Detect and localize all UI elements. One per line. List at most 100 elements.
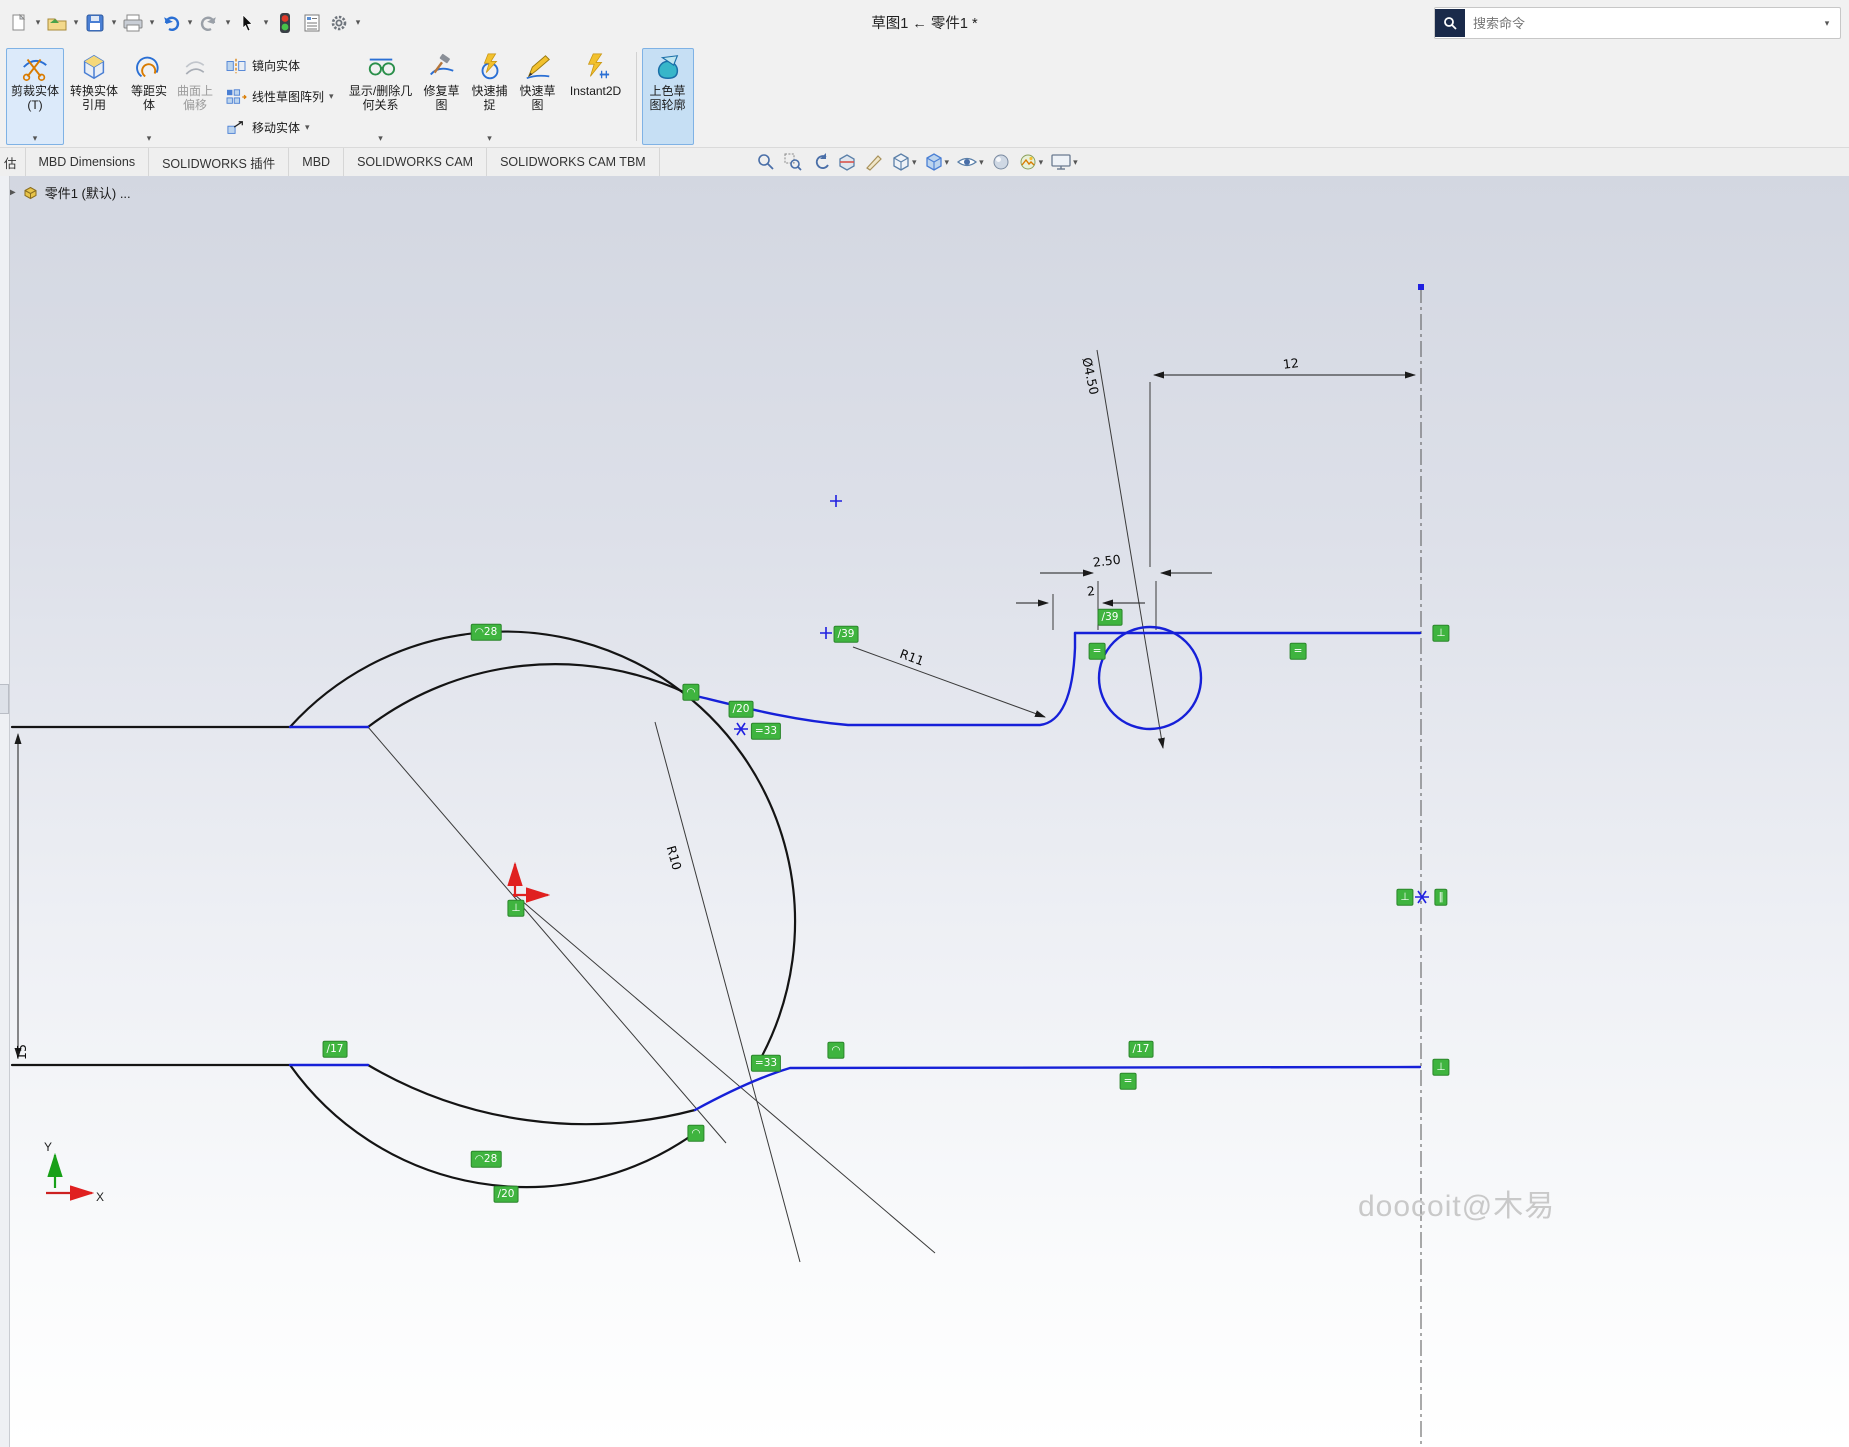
previous-view-button[interactable] (810, 152, 830, 172)
chevron-down-icon[interactable]: ▾ (71, 18, 81, 27)
tab-mbd-dimensions[interactable]: MBD Dimensions (26, 148, 150, 176)
dimension-2[interactable]: 2 (1086, 583, 1096, 599)
relation-badge[interactable]: ⊥ (1396, 889, 1413, 906)
equal-relation-badge[interactable]: = (1120, 1073, 1137, 1090)
panel-splitter-handle[interactable] (0, 684, 9, 714)
annotation-view-button[interactable] (864, 152, 884, 172)
relation-badge[interactable]: ⊥ (1432, 625, 1449, 642)
dimension-12[interactable]: 12 (1282, 355, 1300, 372)
tab-solidworks-addins[interactable]: SOLIDWORKS 插件 (149, 148, 289, 176)
chevron-down-icon[interactable]: ▾ (329, 92, 334, 101)
surface-offset-button[interactable]: 曲面上偏移 (174, 48, 216, 145)
feature-tree-root[interactable]: ▶ 零件1 (默认) ... (8, 183, 131, 202)
relation-badge[interactable]: ◠28 (471, 624, 502, 641)
rebuild-button[interactable] (272, 8, 298, 38)
sketch-point-marks[interactable] (734, 495, 1429, 903)
chevron-down-icon[interactable]: ▾ (487, 133, 492, 143)
linear-sketch-pattern-button[interactable]: 线性草图阵列 ▾ (222, 87, 337, 107)
chevron-down-icon[interactable]: ▾ (1822, 19, 1832, 28)
diameter-leader-line[interactable] (1097, 350, 1163, 748)
inner-top-arc[interactable] (368, 664, 688, 727)
apply-scene-button[interactable]: ▾ (1018, 152, 1044, 172)
chevron-down-icon[interactable]: ▾ (979, 158, 984, 167)
search-box[interactable]: ▾ (1434, 7, 1841, 39)
chevron-down-icon[interactable]: ▾ (378, 133, 383, 143)
edit-appearance-button[interactable] (991, 152, 1011, 172)
relation-badge[interactable]: ◠28 (471, 1151, 502, 1168)
view-orientation-button[interactable]: ▾ (891, 152, 917, 172)
task-pane-button[interactable] (299, 8, 325, 38)
inner-bottom-arc[interactable] (368, 1065, 695, 1124)
chevron-down-icon[interactable]: ▾ (912, 158, 917, 167)
profile-blue-geometry[interactable] (290, 627, 1420, 1110)
relation-badge[interactable]: =33 (751, 723, 781, 740)
display-delete-relations-button[interactable]: 显示/删除几何关系 ▾ (343, 48, 419, 145)
chevron-down-icon[interactable]: ▾ (33, 133, 38, 143)
view-settings-button[interactable]: ▾ (1050, 152, 1078, 172)
repair-sketch-button[interactable]: 修复草图 (419, 48, 465, 145)
chevron-down-icon[interactable]: ▾ (1073, 158, 1078, 167)
tab-mbd[interactable]: MBD (289, 148, 344, 176)
tangent-relation-badge[interactable]: ◠ (827, 1042, 844, 1059)
r11-leader-line[interactable] (853, 647, 1045, 717)
tab-evaluate[interactable]: 估 (0, 148, 26, 176)
chevron-down-icon[interactable]: ▾ (185, 18, 195, 27)
sketch-point-asterisk[interactable] (734, 723, 748, 735)
sketch-point-plus[interactable] (820, 627, 832, 639)
chevron-down-icon[interactable]: ▾ (223, 18, 233, 27)
relation-badge[interactable]: ∕39 (1098, 609, 1123, 626)
convert-entities-button[interactable]: 转换实体引用 (64, 48, 124, 145)
rapid-sketch-button[interactable]: 快速草图 (515, 48, 561, 145)
diameter-construction-line[interactable] (368, 727, 726, 1143)
tab-solidworks-cam[interactable]: SOLIDWORKS CAM (344, 148, 487, 176)
relation-badge[interactable]: ∕20 (494, 1186, 519, 1203)
tab-solidworks-cam-tbm[interactable]: SOLIDWORKS CAM TBM (487, 148, 660, 176)
r10-construction-line[interactable] (655, 722, 800, 1262)
relation-badge[interactable]: ∕17 (1129, 1041, 1154, 1058)
radial-construction-line[interactable] (515, 895, 935, 1253)
construction-lines[interactable] (368, 350, 1163, 1262)
parallel-relation-badge[interactable]: ∥ (1434, 889, 1447, 906)
trim-entities-button[interactable]: 剪裁实体(T) ▾ (6, 48, 64, 145)
section-view-button[interactable] (837, 152, 857, 172)
select-button[interactable] (234, 8, 260, 38)
graphics-area[interactable]: Y X 15 12 Ø4.50 2.50 2 R11 R10 ◠28 ∕39 ∕… (0, 176, 1849, 1447)
instant2d-button[interactable]: Instant2D (561, 48, 631, 145)
centerline-endpoint[interactable] (1418, 284, 1424, 290)
equal-relation-badge[interactable]: = (1089, 643, 1106, 660)
search-input[interactable] (1471, 15, 1822, 32)
tangent-relation-badge[interactable]: ◠ (682, 684, 699, 701)
chevron-down-icon[interactable]: ▾ (945, 158, 950, 167)
equal-relation-badge[interactable]: = (1290, 643, 1307, 660)
sketch-point-plus[interactable] (830, 495, 842, 507)
sketch-point-asterisk[interactable] (1415, 891, 1429, 903)
tangent-relation-badge[interactable]: ◠ (687, 1125, 704, 1142)
chevron-down-icon[interactable]: ▾ (109, 18, 119, 27)
mirror-entities-button[interactable]: 镜向实体 (222, 56, 337, 76)
outer-top-arc[interactable] (290, 632, 795, 1056)
chevron-down-icon[interactable]: ▾ (1039, 158, 1044, 167)
display-style-button[interactable]: ▾ (924, 152, 950, 172)
save-button[interactable] (82, 8, 108, 38)
outer-bottom-arc[interactable] (290, 1065, 695, 1187)
dimension-lines[interactable] (18, 375, 1415, 1058)
chevron-down-icon[interactable]: ▾ (261, 18, 271, 27)
move-entities-button[interactable]: 移动实体 ▾ (222, 118, 337, 138)
chevron-down-icon[interactable]: ▾ (147, 18, 157, 27)
sketch-canvas[interactable]: Y X (0, 176, 1849, 1447)
new-document-button[interactable] (6, 8, 32, 38)
print-button[interactable] (120, 8, 146, 38)
redo-button[interactable] (196, 8, 222, 38)
small-circle[interactable] (1099, 627, 1201, 729)
zoom-area-button[interactable] (783, 152, 803, 172)
shaded-sketch-contours-button[interactable]: 上色草图轮廓 (642, 48, 694, 145)
chevron-down-icon[interactable]: ▾ (353, 18, 363, 27)
chevron-down-icon[interactable]: ▾ (147, 133, 152, 143)
origin-relation-badge[interactable]: ⊥ (507, 900, 524, 917)
blue-bottom-line[interactable] (695, 1067, 1420, 1110)
quick-snaps-button[interactable]: 快速捕捉 ▾ (465, 48, 515, 145)
relation-badge[interactable]: ∕20 (729, 701, 754, 718)
relation-badge[interactable]: ∕39 (834, 626, 859, 643)
open-button[interactable] (44, 8, 70, 38)
zoom-fit-button[interactable] (756, 152, 776, 172)
